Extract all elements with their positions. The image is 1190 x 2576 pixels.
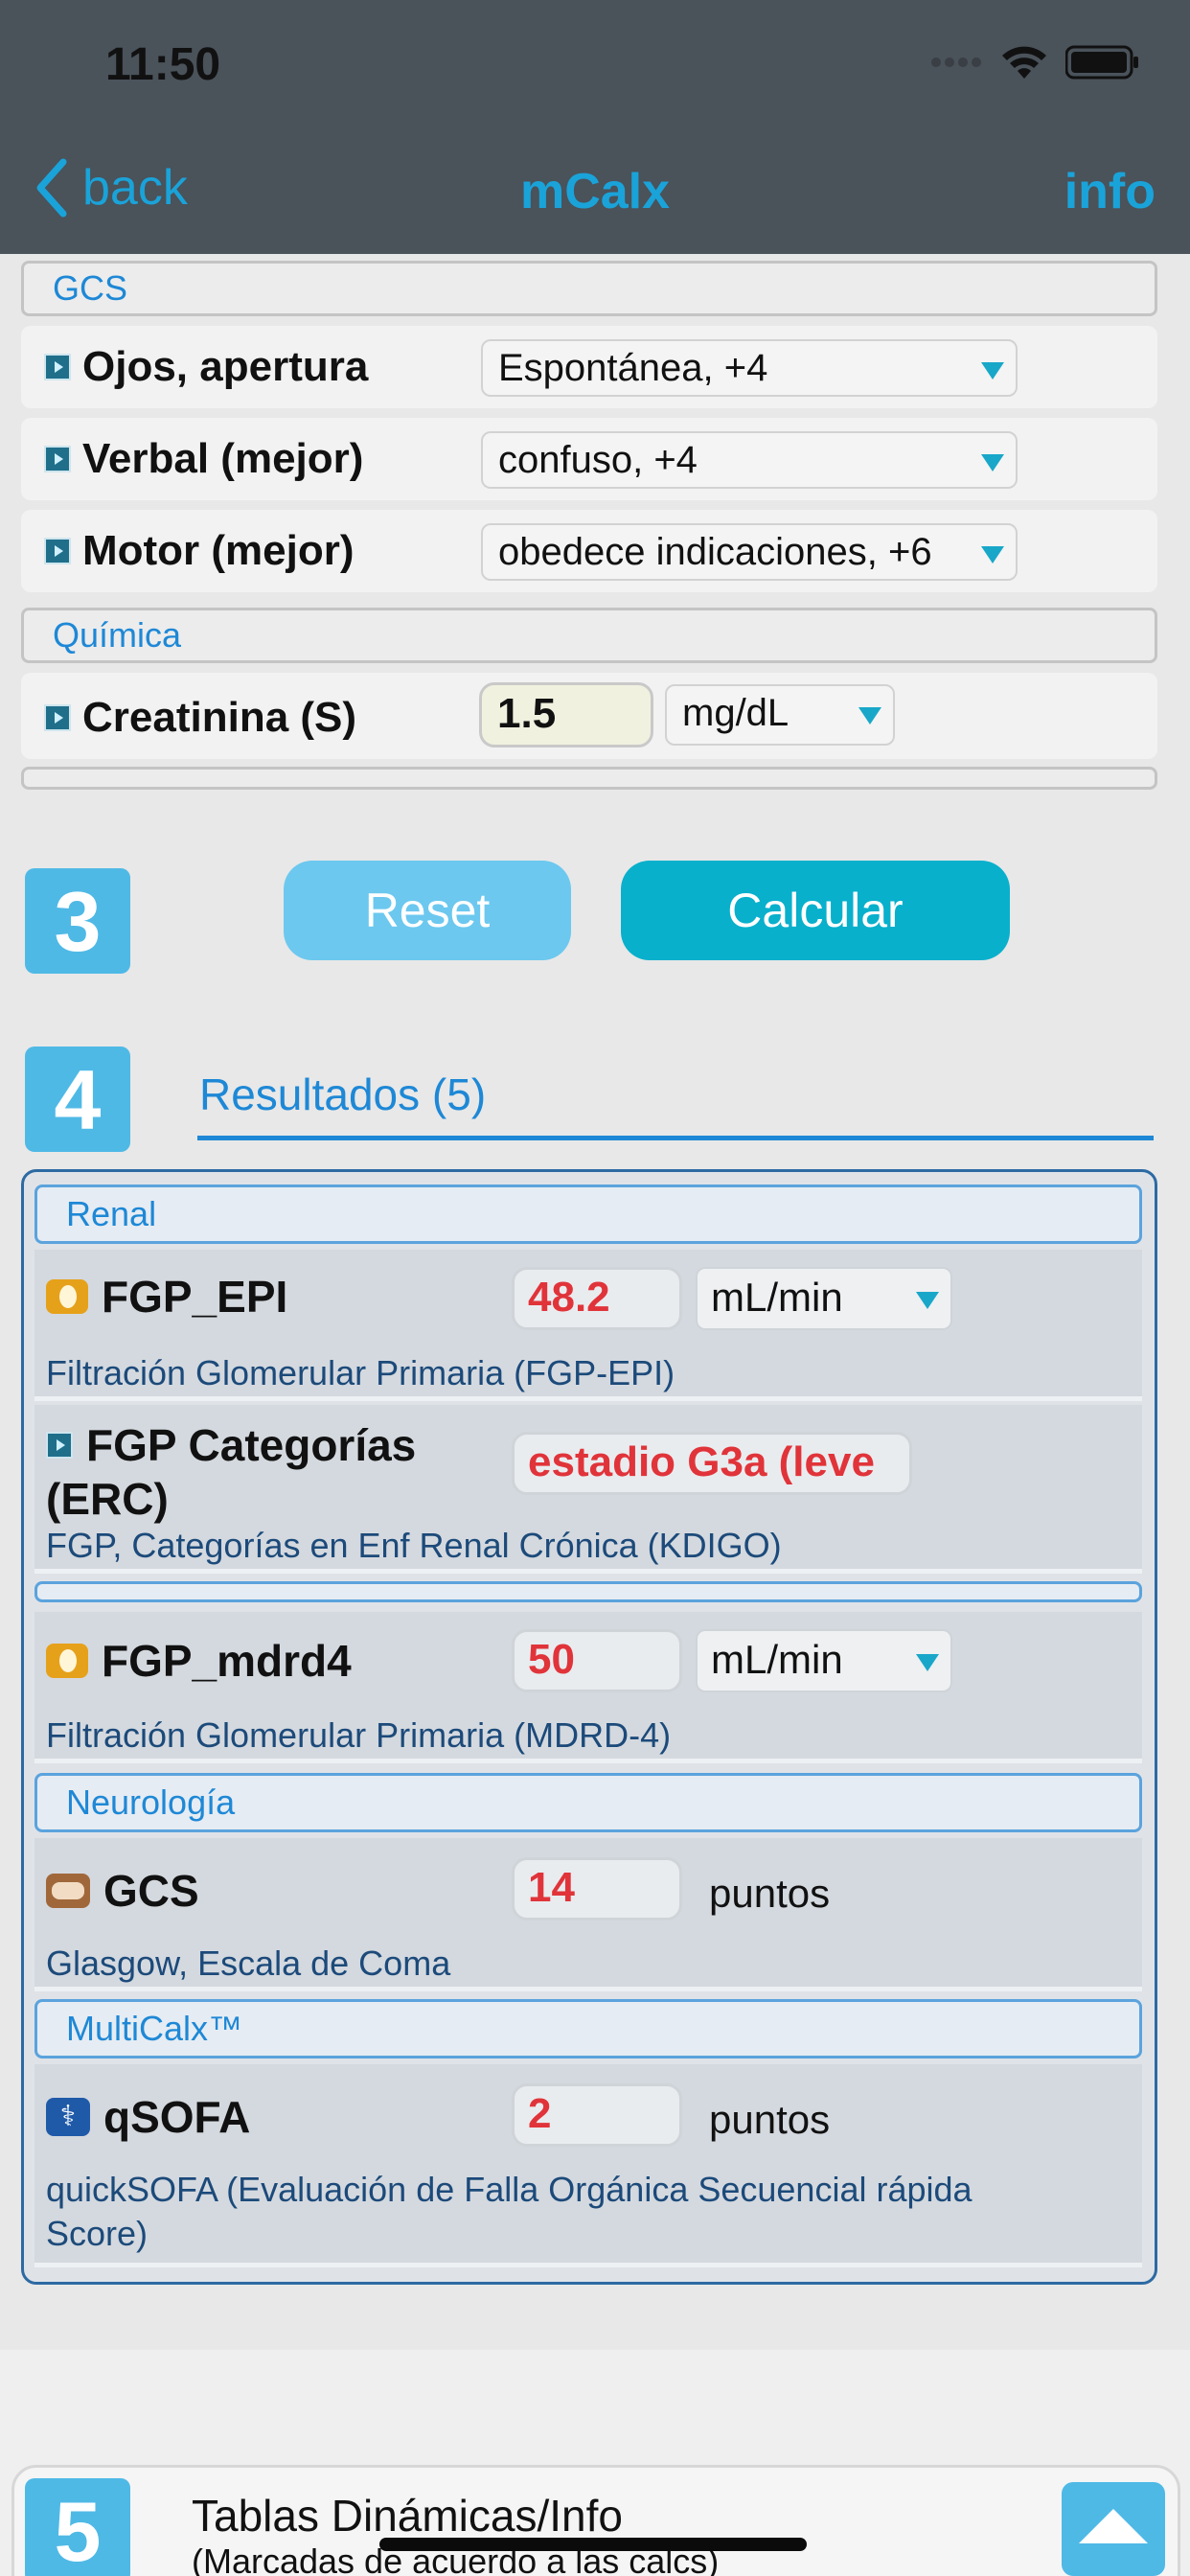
calculate-button[interactable]: Calcular [621,861,1010,960]
motor-value: obedece indicaciones, +6 [498,531,932,573]
home-indicator[interactable] [379,2538,807,2551]
input-row-verbal: Verbal (mejor) confuso, +4 [21,418,1157,500]
info-button[interactable]: info [1064,163,1156,220]
verbal-select[interactable]: confuso, +4 [481,431,1018,489]
verbal-label-group: Verbal (mejor) [44,435,363,483]
result-row-qsofa: ⚕ qSOFA 2 puntos quickSOFA (Evaluación d… [34,2064,1142,2267]
gcs-label: GCS [103,1866,199,1916]
expand-arrow-icon[interactable] [44,354,71,380]
fgp-epi-unit: mL/min [711,1275,843,1320]
creatinina-label-group: Creatinina (S) [44,694,356,742]
input-row-ojos: Ojos, apertura Espontánea, +4 [21,326,1157,408]
fgp-epi-label: FGP_EPI [102,1272,288,1322]
expand-arrow-icon[interactable] [44,704,71,731]
verbal-label: Verbal (mejor) [82,435,364,482]
kidney-icon [46,1644,88,1678]
creatinina-unit: mg/dL [682,692,790,734]
motor-select[interactable]: obedece indicaciones, +6 [481,523,1018,581]
expand-arrow-icon[interactable] [44,446,71,472]
fgp-cat-label-group: FGP Categorías (ERC) [46,1418,416,1526]
step-3-badge: 3 [25,868,130,974]
section-empty [21,767,1157,790]
scroll-up-button[interactable] [1062,2482,1165,2576]
step-5-badge: 5 [25,2478,130,2576]
gcs-description: Glasgow, Escala de Coma [46,1944,451,1983]
stethoscope-icon: ⚕ [46,2098,90,2136]
wifi-icon [1002,46,1046,79]
status-icons [929,44,1140,80]
nav-title: mCalx [519,164,671,219]
input-row-creatinina: Creatinina (S) 1.5 mg/dL [21,673,1157,759]
dropdown-caret-icon [981,362,1004,380]
fgp-cat-description: FGP, Categorías en Enf Renal Crónica (KD… [46,1526,782,1565]
signal-icon [931,58,981,67]
fgp-cat-label-line1: FGP Categorías [86,1420,417,1470]
fgp-mdrd4-unit: mL/min [711,1637,843,1682]
result-row-gcs: GCS 14 puntos Glasgow, Escala de Coma [34,1838,1142,1991]
qsofa-description-line1: quickSOFA (Evaluación de Falla Orgánica … [46,2170,973,2209]
fgp-mdrd4-label: FGP_mdrd4 [102,1636,352,1686]
dropdown-caret-icon [858,707,881,724]
ojos-label: Ojos, apertura [82,343,369,390]
step-4-badge: 4 [25,1046,130,1152]
input-row-motor: Motor (mejor) obedece indicaciones, +6 [21,510,1157,592]
section-neurologia: Neurología [34,1773,1142,1832]
ojos-select[interactable]: Espontánea, +4 [481,339,1018,397]
section-renal: Renal [34,1184,1142,1244]
motor-label: Motor (mejor) [82,527,355,574]
creatinina-input[interactable]: 1.5 [479,682,653,748]
expand-arrow-icon[interactable] [46,1432,73,1459]
ojos-value: Espontánea, +4 [498,347,768,389]
result-row-fgp-epi: FGP_EPI 48.2 mL/min Filtración Glomerula… [34,1250,1142,1401]
fgp-cat-value: estadio G3a (leve [512,1432,912,1495]
dropdown-caret-icon [916,1292,939,1309]
fgp-mdrd4-description: Filtración Glomerular Primaria (MDRD-4) [46,1715,672,1755]
qsofa-description-line2: Score) [46,2214,149,2253]
section-quimica: Química [21,608,1157,663]
section-gcs: GCS [21,261,1157,316]
fgp-mdrd4-label-group: FGP_mdrd4 [46,1635,352,1687]
qsofa-value: 2 [512,2083,682,2147]
fgp-epi-label-group: FGP_EPI [46,1271,287,1322]
expand-arrow-icon[interactable] [44,538,71,564]
verbal-value: confuso, +4 [498,439,698,481]
footer-title: Tablas Dinámicas/Info [192,2491,623,2541]
creatinina-label: Creatinina (S) [82,694,357,741]
gcs-unit: puntos [709,1871,831,1916]
section-multicalx: MultiCalx™ [34,1999,1142,2058]
brain-icon [46,1874,90,1908]
dropdown-caret-icon [981,454,1004,472]
fgp-cat-label: FGP Categorías (ERC) [46,1418,417,1526]
dropdown-caret-icon [981,546,1004,564]
reset-button[interactable]: Reset [284,861,571,960]
qsofa-description: quickSOFA (Evaluación de Falla Orgánica … [46,2168,973,2256]
result-row-fgp-mdrd4: FGP_mdrd4 50 mL/min Filtración Glomerula… [34,1612,1142,1763]
result-row-fgp-categorias: FGP Categorías (ERC) estadio G3a (leve F… [34,1405,1142,1574]
fgp-epi-value: 48.2 [512,1267,682,1330]
section-empty-renal [34,1581,1142,1602]
status-time: 11:50 [105,39,221,90]
gcs-label-group: GCS [46,1865,199,1917]
qsofa-label-group: ⚕ qSOFA [46,2091,250,2143]
kidney-icon [46,1279,88,1314]
qsofa-label: qSOFA [103,2092,251,2142]
creatinina-unit-select[interactable]: mg/dL [665,684,895,746]
fgp-mdrd4-unit-select[interactable]: mL/min [696,1629,952,1692]
tab-resultados[interactable]: Resultados (5) [197,1064,1154,1140]
fgp-mdrd4-value: 50 [512,1629,682,1692]
fgp-epi-unit-select[interactable]: mL/min [696,1267,952,1330]
battery-icon [1065,45,1138,80]
motor-label-group: Motor (mejor) [44,527,355,575]
ojos-label-group: Ojos, apertura [44,343,368,391]
fgp-epi-description: Filtración Glomerular Primaria (FGP-EPI) [46,1353,675,1392]
dropdown-caret-icon [916,1654,939,1671]
gcs-value: 14 [512,1857,682,1920]
fgp-cat-label-line2: (ERC) [46,1474,169,1524]
qsofa-unit: puntos [709,2097,831,2142]
